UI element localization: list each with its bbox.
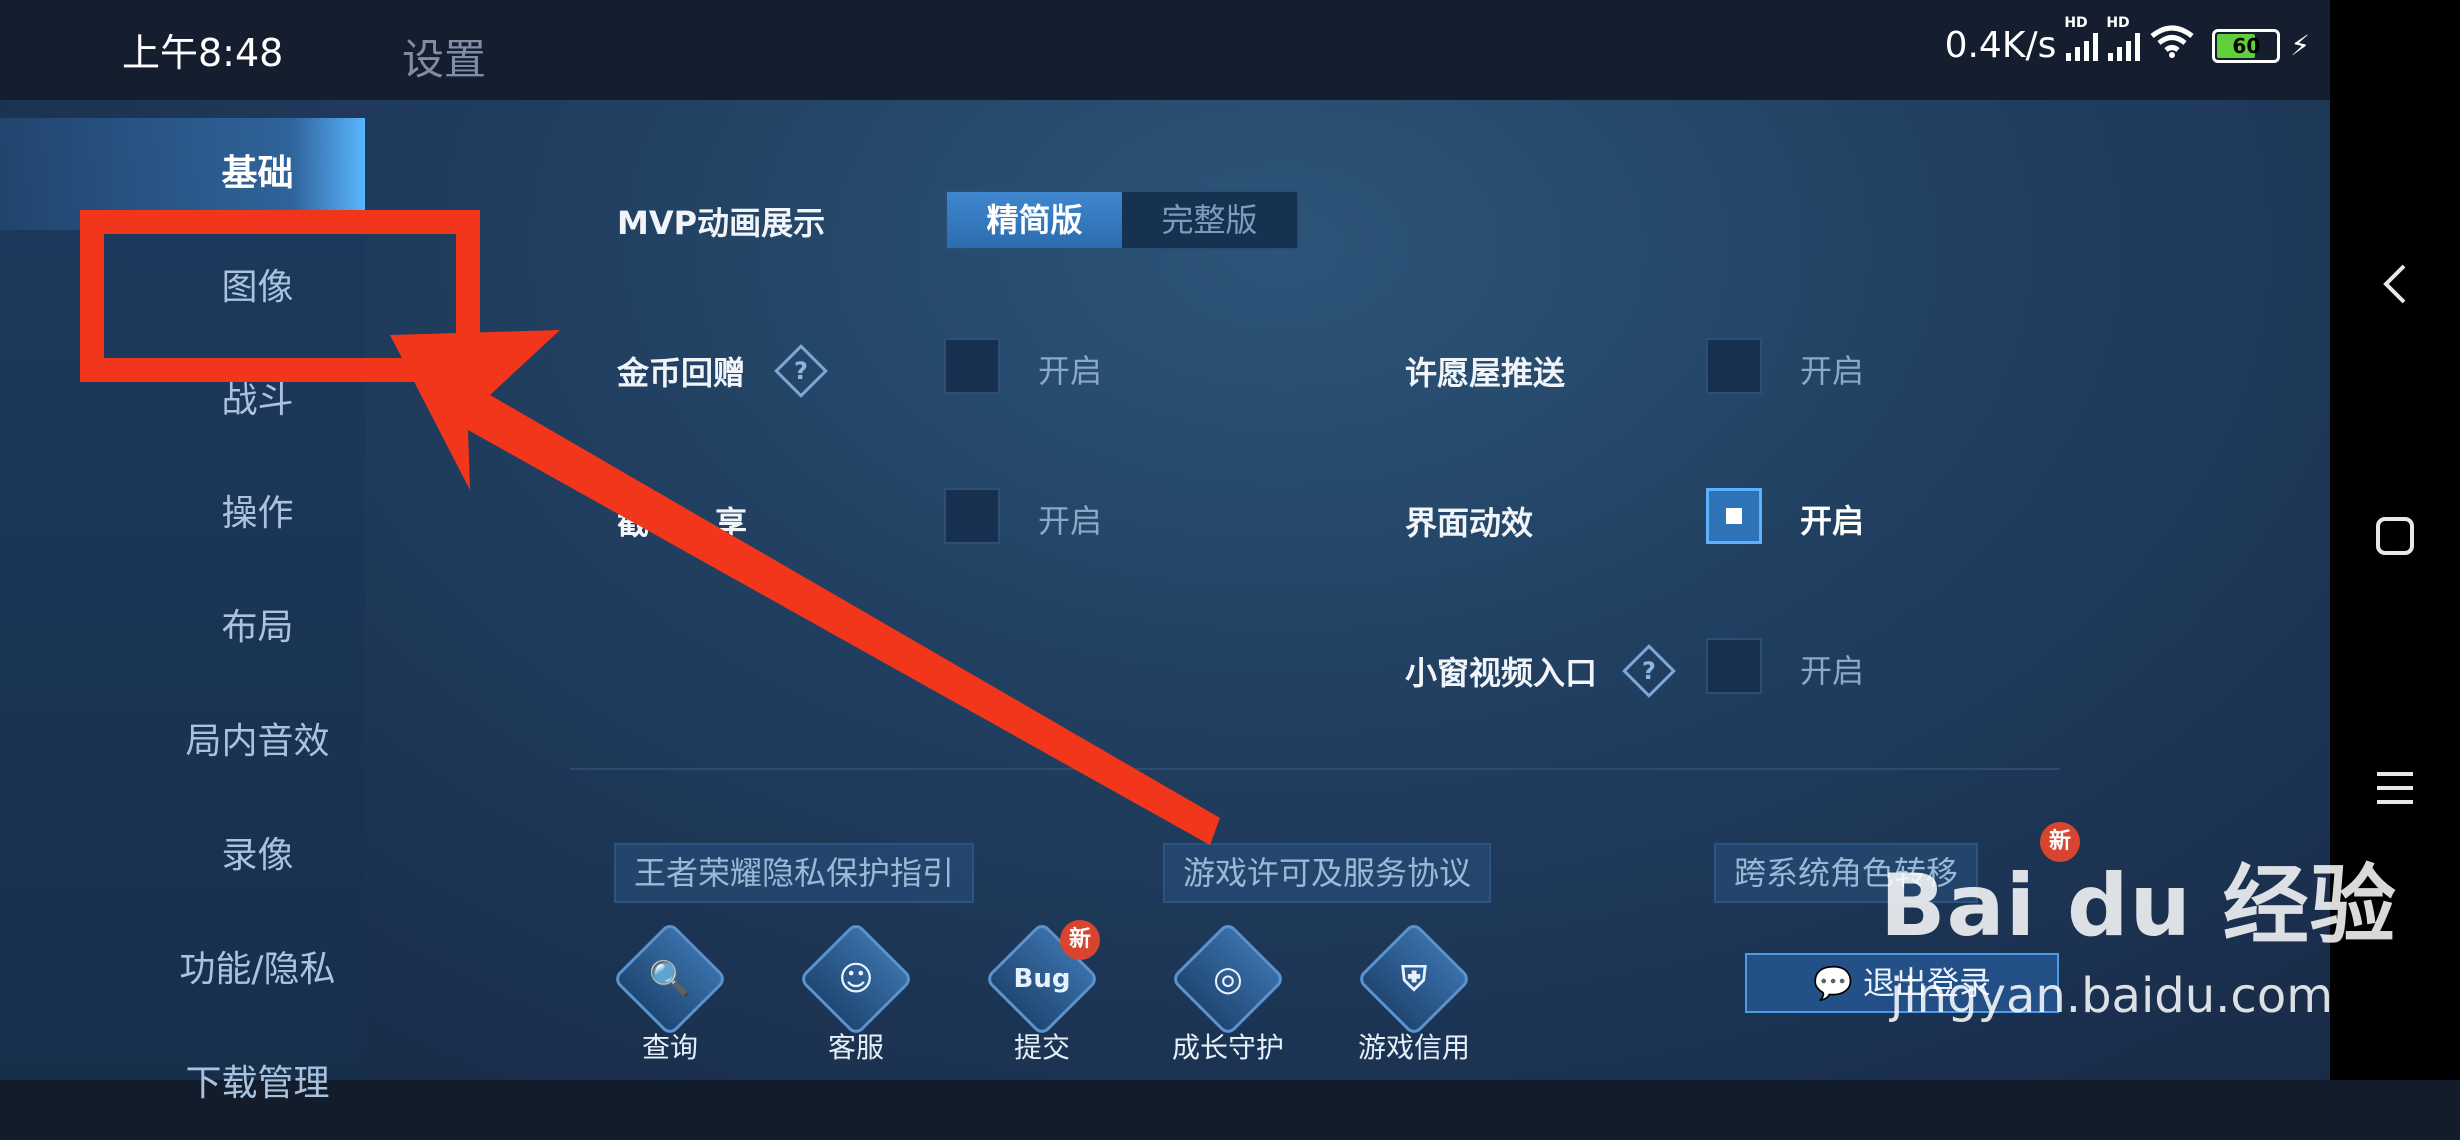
settings-sidebar: 基础 图像 战斗 操作 布局 局内音效 录像 功能/隐私 下载管理	[0, 118, 365, 1104]
wish-push-checkbox[interactable]	[1706, 338, 1762, 394]
new-badge: 新	[1060, 920, 1100, 960]
mini-video-toggle-label: 开启	[1800, 652, 1865, 690]
screenshot-share-toggle-label: 开启	[1038, 502, 1103, 540]
mvp-animation-label: MVP动画展示	[617, 204, 826, 242]
back-nav-button[interactable]	[2330, 240, 2460, 340]
signal-icon: HD	[2064, 15, 2099, 61]
coin-rebate-toggle-label: 开启	[1038, 352, 1103, 390]
mvp-option-simple[interactable]: 精简版	[947, 192, 1122, 248]
status-time: 上午8:48	[122, 31, 284, 75]
sidebar-item-sound[interactable]: 局内音效	[0, 686, 365, 798]
charging-icon: ⚡	[2290, 29, 2310, 62]
coin-rebate-label: 金币回赠	[617, 354, 746, 392]
sidebar-item-controls[interactable]: 操作	[0, 458, 365, 570]
sidebar-item-combat[interactable]: 战斗	[0, 345, 365, 457]
coin-rebate-checkbox[interactable]	[944, 338, 1000, 394]
sidebar-item-graphics[interactable]: 图像	[0, 232, 365, 344]
privacy-guide-button[interactable]: 王者荣耀隐私保护指引	[614, 843, 975, 903]
baidu-watermark-url: jingyan.baidu.com	[1890, 968, 2333, 1024]
wifi-icon	[2150, 24, 2194, 67]
sidebar-item-basic[interactable]: 基础	[0, 118, 365, 230]
battery-icon: 60	[2212, 28, 2281, 63]
status-indicators: 0.4K/s HD HD 60 ⚡	[1944, 15, 2310, 67]
home-icon	[2376, 517, 2414, 555]
help-icon[interactable]: ?	[774, 344, 828, 398]
section-divider	[570, 768, 2060, 770]
wechat-icon: 💬	[1812, 964, 1863, 1002]
bug-submit-button[interactable]: Bug 提交	[972, 921, 1112, 1066]
signal-icon-2: HD	[2106, 15, 2141, 61]
status-bar: 上午8:48 设置 0.4K/s HD HD 60 ⚡	[0, 0, 2330, 100]
growth-guard-icon: ◎	[1170, 921, 1286, 1037]
growth-guard-button[interactable]: ◎ 成长守护	[1158, 921, 1298, 1066]
menu-icon	[2377, 772, 2413, 804]
screenshot-share-label-tail: 享	[715, 504, 748, 542]
customer-service-icon: ☺	[798, 921, 914, 1037]
customer-service-button[interactable]: ☺ 客服	[786, 921, 926, 1066]
ui-animation-checkbox[interactable]	[1706, 488, 1762, 544]
back-icon	[2383, 264, 2406, 304]
game-credit-button[interactable]: ⛨ 游戏信用	[1344, 921, 1484, 1066]
sidebar-item-privacy[interactable]: 功能/隐私	[0, 914, 365, 1026]
sidebar-item-layout[interactable]: 布局	[0, 572, 365, 684]
ui-animation-toggle-label: 开启	[1800, 502, 1865, 540]
help-icon[interactable]: ?	[1622, 644, 1676, 698]
screenshot-share-checkbox[interactable]	[944, 488, 1000, 544]
query-button[interactable]: 🔍 查询	[600, 921, 740, 1066]
ui-animation-label: 界面动效	[1405, 504, 1534, 542]
mini-video-label: 小窗视频入口	[1405, 654, 1598, 692]
license-agreement-button[interactable]: 游戏许可及服务协议	[1163, 843, 1492, 903]
home-nav-button[interactable]	[2330, 490, 2460, 590]
page-title: 设置	[402, 35, 487, 84]
baidu-watermark: Bai du 经验	[1880, 856, 2397, 956]
net-speed: 0.4K/s	[1944, 25, 2057, 66]
mvp-animation-selector: 精简版 完整版	[945, 190, 1299, 250]
mini-video-checkbox[interactable]	[1706, 638, 1762, 694]
wish-push-label: 许愿屋推送	[1405, 354, 1566, 392]
wish-push-toggle-label: 开启	[1800, 352, 1865, 390]
mvp-option-full[interactable]: 完整版	[1122, 192, 1297, 248]
query-icon: 🔍	[612, 921, 728, 1037]
sidebar-item-downloads[interactable]: 下载管理	[0, 1028, 365, 1140]
sidebar-item-replay[interactable]: 录像	[0, 800, 365, 912]
shield-icon: ⛨	[1356, 921, 1472, 1037]
menu-nav-button[interactable]	[2330, 740, 2460, 840]
screenshot-share-label: 截	[617, 504, 650, 542]
